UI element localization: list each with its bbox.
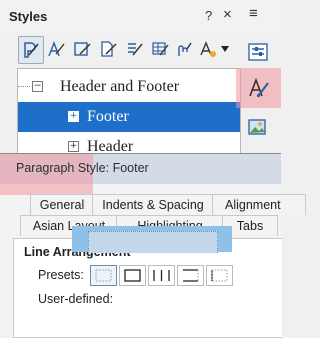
no-borders-icon[interactable]: [90, 265, 117, 286]
tab-indents-spacing[interactable]: Indents & Spacing: [92, 194, 214, 215]
styles-tree[interactable]: − Header and Footer + Footer + Header: [17, 68, 241, 156]
expand-icon[interactable]: +: [68, 111, 79, 122]
paragraph-style-dialog: Paragraph Style: Footer General Indents …: [0, 153, 306, 338]
presets-label: Presets:: [38, 268, 84, 282]
table-styles-icon[interactable]: [148, 36, 172, 62]
style-actions-dropdown-icon[interactable]: [218, 36, 232, 62]
fill-format-icon[interactable]: [172, 36, 196, 62]
outer-border-icon[interactable]: [119, 265, 146, 286]
frame-styles-icon[interactable]: [70, 36, 94, 62]
tree-item-label: Footer: [87, 108, 129, 125]
sidebar-tabbar: [236, 32, 281, 173]
tree-item-label: Header and Footer: [60, 78, 180, 95]
top-bottom-borders-icon[interactable]: [177, 265, 204, 286]
left-right-borders-icon[interactable]: [148, 265, 175, 286]
border-preview-paragraph: [88, 231, 218, 253]
borders-tab-content: Line Arrangement Presets: User-defined:: [13, 238, 282, 338]
styles-deck-title: Styles: [9, 9, 48, 24]
list-styles-icon[interactable]: [122, 36, 146, 62]
new-style-icon[interactable]: [196, 36, 220, 62]
paragraph-styles-icon[interactable]: [18, 36, 44, 64]
page-styles-icon[interactable]: [96, 36, 120, 62]
expand-icon[interactable]: +: [68, 141, 79, 152]
collapse-icon[interactable]: −: [32, 81, 43, 92]
styles-icon[interactable]: [236, 68, 281, 108]
deck-menu-button[interactable]: ≡: [249, 5, 258, 22]
tab-general[interactable]: General: [30, 194, 94, 215]
gallery-icon[interactable]: [240, 110, 276, 146]
user-defined-label: User-defined:: [38, 292, 114, 306]
close-deck-button[interactable]: ×: [223, 6, 232, 23]
tree-item-header-and-footer[interactable]: − Header and Footer: [18, 72, 240, 102]
dialog-title: Paragraph Style: Footer: [16, 161, 149, 175]
properties-icon[interactable]: [240, 34, 276, 70]
style-family-toolbar: [0, 36, 240, 66]
tree-item-footer[interactable]: + Footer: [18, 102, 240, 132]
character-styles-icon[interactable]: [44, 36, 68, 62]
help-button[interactable]: ?: [205, 8, 212, 23]
tab-alignment[interactable]: Alignment: [212, 194, 306, 215]
left-border-icon[interactable]: [206, 265, 233, 286]
